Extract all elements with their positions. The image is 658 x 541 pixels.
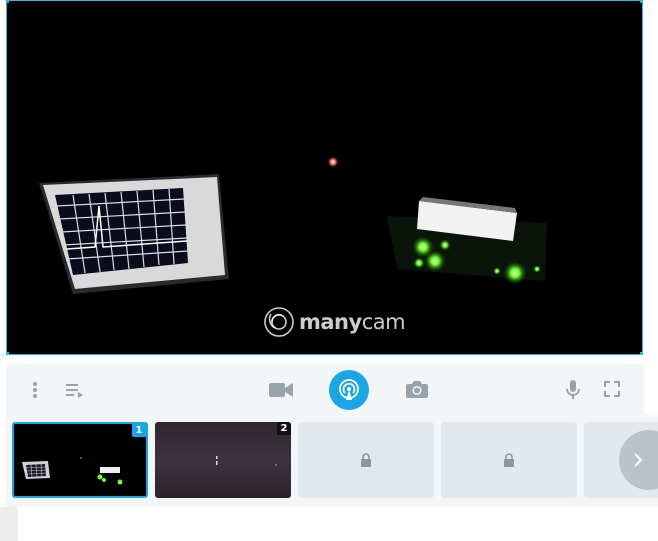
go-live-button[interactable] [329, 370, 369, 410]
playlist-icon[interactable] [64, 380, 86, 400]
camera-feed-image [39, 156, 547, 294]
sources-strip: 1 2 [6, 415, 658, 507]
lock-icon [504, 453, 514, 467]
source-tile-3-locked[interactable] [298, 422, 434, 498]
bottom-edge-tab [0, 507, 18, 541]
microphone-icon[interactable] [564, 378, 582, 402]
logo-text-rest: cam [361, 310, 406, 334]
manycam-logo-icon [264, 307, 294, 337]
source-badge-1: 1 [132, 424, 146, 437]
manycam-logo: manycam [263, 306, 406, 338]
logo-text-bold: many [299, 310, 362, 334]
source-badge-2: 2 [277, 422, 291, 435]
camera-snapshot-icon[interactable] [405, 378, 429, 400]
live-broadcast-icon [339, 379, 359, 400]
fullscreen-icon[interactable] [602, 379, 622, 399]
video-camera-icon[interactable] [268, 378, 294, 402]
source-2-thumbnail [216, 456, 277, 466]
control-toolbar [6, 364, 645, 415]
source-tile-2[interactable]: 2 [155, 422, 291, 498]
video-preview[interactable]: manycam [6, 0, 643, 355]
chevron-right-icon [634, 453, 643, 467]
source-tile-4-locked[interactable] [441, 422, 577, 498]
more-vertical-icon[interactable] [26, 378, 44, 402]
source-1-thumbnail [22, 457, 123, 485]
lock-icon [361, 453, 371, 467]
source-tile-1[interactable]: 1 [12, 422, 148, 498]
